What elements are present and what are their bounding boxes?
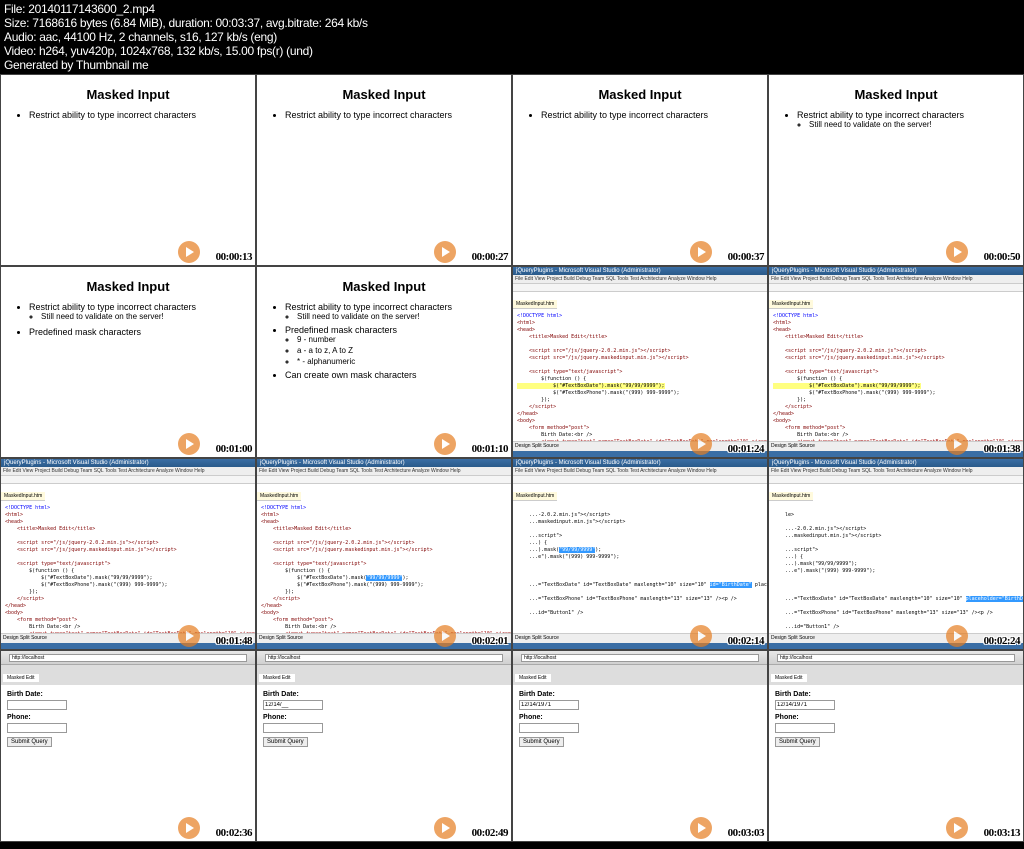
timestamp: 00:02:24 [984,635,1020,647]
timestamp: 00:00:13 [216,251,252,263]
play-icon [690,625,712,647]
thumbnail: Masked Input Restrict ability to type in… [0,74,256,266]
timestamp: 00:01:38 [984,443,1020,455]
timestamp: 00:01:00 [216,443,252,455]
birthdate-input [7,700,67,710]
timestamp: 00:01:10 [472,443,508,455]
size-line: Size: 7168616 bytes (6.84 MiB), duration… [4,16,1020,30]
timestamp: 00:02:36 [216,827,252,839]
play-icon [178,817,200,839]
phone-input [519,723,579,733]
phone-input [7,723,67,733]
timestamp: 00:00:37 [728,251,764,263]
submit-button: Submit Query [519,737,564,747]
timestamp: 00:03:03 [728,827,764,839]
thumbnail: Masked Input Restrict ability to type in… [768,74,1024,266]
phone-label: Phone: [7,714,249,721]
audio-line: Audio: aac, 44100 Hz, 2 channels, s16, 1… [4,30,1020,44]
birthdate-input [263,700,323,710]
thumbnail: Masked Input Restrict ability to type in… [256,266,512,458]
play-icon [690,433,712,455]
play-icon [690,817,712,839]
thumbnail: jQueryPlugins - Microsoft Visual Studio … [768,266,1024,458]
birthdate-input [775,700,835,710]
birthdate-label: Birth Date: [7,691,249,698]
thumbnail: jQueryPlugins - Microsoft Visual Studio … [512,266,768,458]
thumbnail: jQueryPlugins - Microsoft Visual Studio … [0,458,256,650]
play-icon [178,241,200,263]
page-body: Birth Date: Phone: Submit Query [1,685,255,841]
thumbnail-grid: Masked Input Restrict ability to type in… [0,74,1024,842]
play-icon [690,241,712,263]
video-line: Video: h264, yuv420p, 1024x768, 132 kb/s… [4,44,1020,58]
thumbnail: Masked Input Restrict ability to type in… [256,74,512,266]
file-line: File: 20140117143600_2.mp4 [4,2,1020,16]
phone-input [263,723,323,733]
play-icon [946,817,968,839]
timestamp: 00:02:49 [472,827,508,839]
generator-line: Generated by Thumbnail me [4,58,1020,72]
browser-tab: Masked Edit [3,674,39,682]
birthdate-input [519,700,579,710]
ide-title: jQueryPlugins - Microsoft Visual Studio … [513,267,767,275]
timestamp: 00:01:24 [728,443,764,455]
thumbnail: jQueryPlugins - Microsoft Visual Studio … [256,458,512,650]
browser-chrome: http://localhost [1,651,255,665]
submit-button: Submit Query [7,737,52,747]
submit-button: Submit Query [263,737,308,747]
play-icon [434,625,456,647]
thumbnail: jQueryPlugins - Microsoft Visual Studio … [768,458,1024,650]
phone-input [775,723,835,733]
timestamp: 00:02:14 [728,635,764,647]
ide-menu: File Edit View Project Build Debug Team … [513,275,767,284]
play-icon [946,625,968,647]
file-info-header: File: 20140117143600_2.mp4 Size: 7168616… [0,0,1024,74]
timestamp: 00:00:27 [472,251,508,263]
ide-tab: MaskedInput.htm [513,300,557,309]
play-icon [946,241,968,263]
thumbnail: http://localhost Masked Edit Birth Date:… [768,650,1024,842]
address-bar: http://localhost [9,654,247,662]
thumbnail: http://localhost Masked Edit Birth Date:… [256,650,512,842]
submit-button: Submit Query [775,737,820,747]
code-editor: <!DOCTYPE html> <html> <head> <title>Mas… [513,310,767,441]
timestamp: 00:03:13 [984,827,1020,839]
timestamp: 00:01:48 [216,635,252,647]
timestamp: 00:00:50 [984,251,1020,263]
thumbnail: jQueryPlugins - Microsoft Visual Studio … [512,458,768,650]
thumbnail: Masked Input Restrict ability to type in… [512,74,768,266]
play-icon [434,241,456,263]
thumbnail: http://localhost Masked Edit Birth Date:… [0,650,256,842]
slide-title: Masked Input [15,87,241,102]
thumbnail: Masked Input Restrict ability to type in… [0,266,256,458]
thumbnail: http://localhost Masked Edit Birth Date:… [512,650,768,842]
ide-toolbar [513,284,767,292]
play-icon [178,433,200,455]
play-icon [434,817,456,839]
play-icon [434,433,456,455]
play-icon [946,433,968,455]
timestamp: 00:02:01 [472,635,508,647]
play-icon [178,625,200,647]
